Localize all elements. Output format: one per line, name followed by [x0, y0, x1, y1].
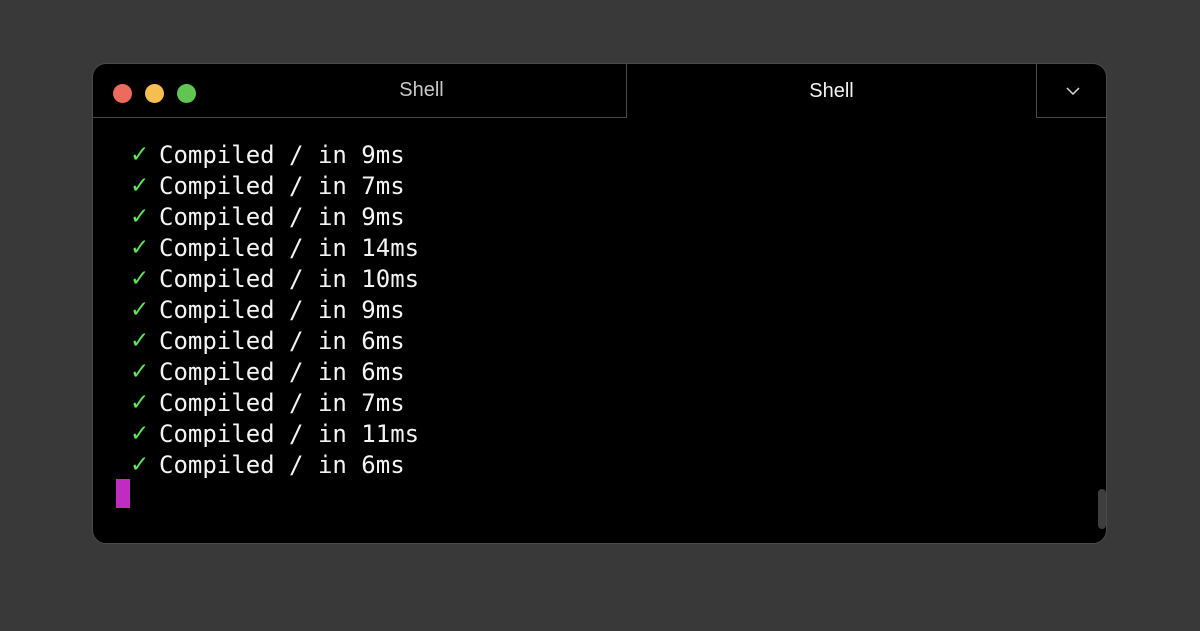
tab-label: Shell: [399, 79, 444, 101]
terminal-cursor: [116, 479, 130, 508]
terminal-window: Shell Shell ✓ Compiled / in 9ms ✓ Compiled …: [92, 63, 1107, 544]
title-bar: Shell Shell: [93, 64, 1106, 119]
check-icon: ✓: [130, 142, 150, 168]
output-line: ✓ Compiled / in 6ms: [130, 450, 1106, 481]
output-text: Compiled / in 14ms: [159, 234, 420, 262]
output-line: ✓ Compiled / in 6ms: [130, 326, 1106, 357]
output-line: ✓ Compiled / in 9ms: [130, 140, 1106, 171]
check-icon: ✓: [130, 297, 150, 323]
output-line: ✓ Compiled / in 14ms: [130, 233, 1106, 264]
output-text: Compiled / in 10ms: [159, 265, 420, 293]
output-text: Compiled / in 9ms: [159, 203, 405, 231]
check-icon: ✓: [130, 204, 150, 230]
check-icon: ✓: [130, 390, 150, 416]
check-icon: ✓: [130, 235, 150, 261]
close-button[interactable]: [113, 84, 132, 103]
minimize-button[interactable]: [145, 84, 164, 103]
tab-menu-button[interactable]: [1036, 64, 1106, 118]
output-text: Compiled / in 9ms: [159, 141, 405, 169]
scrollbar[interactable]: [1098, 489, 1106, 529]
output-line: ✓ Compiled / in 7ms: [130, 171, 1106, 202]
chevron-down-icon: [1065, 86, 1080, 95]
tab-shell-1[interactable]: Shell: [93, 64, 627, 118]
check-icon: ✓: [130, 421, 150, 447]
output-line: ✓ Compiled / in 6ms: [130, 357, 1106, 388]
output-line: ✓ Compiled / in 7ms: [130, 388, 1106, 419]
check-icon: ✓: [130, 266, 150, 292]
maximize-button[interactable]: [177, 84, 196, 103]
output-text: Compiled / in 7ms: [159, 389, 405, 417]
output-text: Compiled / in 11ms: [159, 420, 420, 448]
output-line: ✓ Compiled / in 9ms: [130, 202, 1106, 233]
check-icon: ✓: [130, 328, 150, 354]
tab-label: Shell: [809, 79, 854, 102]
tab-shell-2[interactable]: Shell: [627, 64, 1036, 118]
output-line: ✓ Compiled / in 9ms: [130, 295, 1106, 326]
terminal-output[interactable]: ✓ Compiled / in 9ms ✓ Compiled / in 7ms ✓ Com…: [93, 119, 1106, 543]
output-text: Compiled / in 9ms: [159, 296, 405, 324]
check-icon: ✓: [130, 173, 150, 199]
output-text: Compiled / in 6ms: [159, 327, 405, 355]
output-text: Compiled / in 6ms: [159, 358, 405, 386]
check-icon: ✓: [130, 452, 150, 478]
output-line: ✓ Compiled / in 10ms: [130, 264, 1106, 295]
output-text: Compiled / in 7ms: [159, 172, 405, 200]
check-icon: ✓: [130, 359, 150, 385]
output-text: Compiled / in 6ms: [159, 451, 405, 479]
output-line: ✓ Compiled / in 11ms: [130, 419, 1106, 450]
